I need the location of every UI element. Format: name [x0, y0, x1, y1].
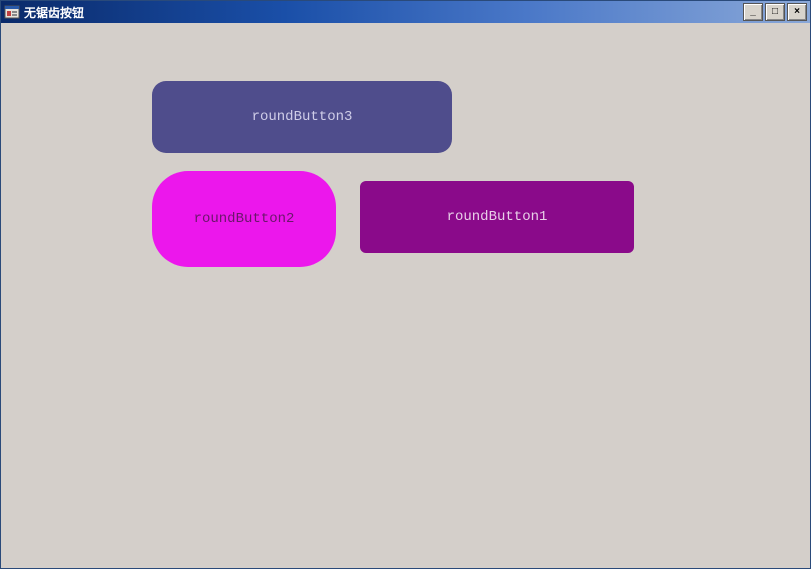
- maximize-icon: □: [772, 7, 778, 17]
- client-area: roundButton3 roundButton2 roundButton1: [2, 23, 809, 567]
- window-title: 无锯齿按钮: [24, 4, 743, 21]
- app-window: 无锯齿按钮 _ □ × roundButton3 roundButton2 ro…: [0, 0, 811, 569]
- round-button-1-label: roundButton1: [447, 209, 548, 225]
- window-controls: _ □ ×: [743, 3, 807, 21]
- round-button-2[interactable]: roundButton2: [152, 171, 336, 267]
- round-button-2-label: roundButton2: [194, 211, 295, 227]
- app-icon: [4, 4, 20, 20]
- minimize-button[interactable]: _: [743, 3, 763, 21]
- close-button[interactable]: ×: [787, 3, 807, 21]
- round-button-3[interactable]: roundButton3: [152, 81, 452, 153]
- close-icon: ×: [794, 7, 800, 17]
- titlebar: 无锯齿按钮 _ □ ×: [1, 1, 810, 23]
- round-button-3-label: roundButton3: [252, 109, 353, 125]
- round-button-1[interactable]: roundButton1: [360, 181, 634, 253]
- maximize-button[interactable]: □: [765, 3, 785, 21]
- minimize-icon: _: [750, 7, 756, 17]
